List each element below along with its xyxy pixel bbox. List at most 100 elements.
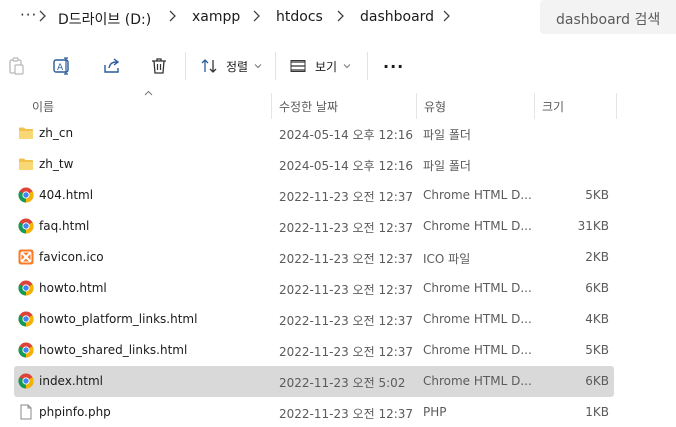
share-icon[interactable] [102, 56, 122, 76]
chevron-right-icon[interactable] [440, 8, 452, 24]
file-type: PHP [423, 405, 447, 419]
file-name: zh_cn [39, 126, 74, 140]
breadcrumb-drive[interactable]: D드라이브 (D:) [58, 9, 151, 29]
file-row[interactable]: favicon.ico 2022-11-23 오전 12:37 ICO 파일 2KB [14, 242, 614, 273]
file-modified-date: 2022-11-23 오전 12:37 [279, 283, 414, 297]
file-modified-date: 2024-05-14 오후 12:16 [279, 159, 414, 173]
chevron-right-icon [337, 10, 344, 22]
view-button[interactable]: 보기 [289, 54, 351, 78]
breadcrumb-xampp[interactable]: xampp [192, 9, 240, 25]
file-modified-date: 2024-05-14 오후 12:16 [279, 128, 414, 142]
toolbar-divider [367, 52, 368, 80]
file-modified-date: 2022-11-23 오전 12:37 [279, 407, 414, 421]
file-type: 파일 폴더 [423, 159, 471, 173]
file-name: howto_shared_links.html [39, 343, 188, 357]
file-type: ICO 파일 [423, 252, 471, 266]
sort-button[interactable]: 정렬 [200, 54, 262, 78]
file-size: 6KB [585, 281, 609, 295]
breadcrumb-htdocs[interactable]: htdocs [276, 9, 323, 25]
breadcrumb-overflow-button[interactable]: ··· [20, 6, 37, 24]
file-row[interactable]: howto_shared_links.html 2022-11-23 오전 12:… [14, 335, 614, 366]
file-size: 4KB [585, 312, 609, 326]
file-row[interactable]: howto.html 2022-11-23 오전 12:37 Chrome HTML… [14, 273, 614, 304]
file-type: 파일 폴더 [423, 128, 471, 142]
paste-icon[interactable] [6, 56, 26, 76]
file-row[interactable]: 404.html 2022-11-23 오전 12:37 Chrome HTML D… [14, 180, 614, 211]
chrome-icon [18, 187, 34, 203]
file-modified-date: 2022-11-23 오전 12:37 [279, 314, 414, 328]
file-size: 2KB [585, 250, 609, 264]
file-type: Chrome HTML D... [423, 281, 532, 295]
file-name: zh_tw [39, 157, 74, 171]
chrome-icon [18, 373, 34, 389]
chevron-down-icon [343, 64, 351, 69]
file-list: zh_cn 2024-05-14 오후 12:16 파일 폴더 zh_tw 2024-0… [14, 118, 614, 427]
view-label: 보기 [315, 59, 338, 74]
search-placeholder: dashboard 검색 [556, 12, 661, 28]
column-header: 이름 수정한 날짜 유형 크기 [0, 90, 676, 119]
folder-icon [18, 125, 34, 141]
file-modified-date: 2022-11-23 오전 12:37 [279, 221, 414, 235]
column-divider[interactable] [616, 93, 617, 119]
file-type: Chrome HTML D... [423, 219, 532, 233]
file-type: Chrome HTML D... [423, 374, 532, 388]
file-modified-date: 2022-11-23 오전 12:37 [279, 252, 414, 266]
view-list-icon [290, 60, 306, 72]
xampp-icon [18, 249, 34, 265]
file-row[interactable]: howto_platform_links.html 2022-11-23 오전 1… [14, 304, 614, 335]
file-row[interactable]: zh_tw 2024-05-14 오후 12:16 파일 폴더 [14, 149, 614, 180]
chevron-right-icon [169, 10, 176, 22]
file-size: 31KB [577, 219, 609, 233]
column-divider[interactable] [271, 93, 272, 119]
file-size: 1KB [585, 405, 609, 419]
delete-icon[interactable] [149, 56, 169, 76]
file-type: Chrome HTML D... [423, 312, 532, 326]
chrome-icon [18, 218, 34, 234]
file-size: 6KB [585, 374, 609, 388]
sort-label: 정렬 [226, 59, 249, 74]
column-size[interactable]: 크기 [542, 98, 564, 115]
file-type: Chrome HTML D... [423, 343, 532, 357]
column-divider[interactable] [534, 93, 535, 119]
svg-text:A: A [57, 63, 64, 73]
sort-icon [201, 59, 217, 73]
column-divider[interactable] [416, 93, 417, 119]
file-modified-date: 2022-11-23 오전 12:37 [279, 190, 414, 204]
chevron-down-icon [254, 64, 262, 69]
file-name: faq.html [39, 219, 90, 233]
column-name[interactable]: 이름 [32, 98, 54, 115]
search-box[interactable]: dashboard 검색 [540, 0, 676, 34]
file-name: favicon.ico [39, 250, 104, 264]
chevron-right-icon [253, 10, 260, 22]
more-options-button[interactable]: ··· [383, 54, 404, 78]
file-name: howto_platform_links.html [39, 312, 198, 326]
chrome-icon [18, 280, 34, 296]
breadcrumb-dashboard[interactable]: dashboard [360, 9, 434, 25]
folder-icon [18, 156, 34, 172]
chrome-icon [18, 342, 34, 358]
toolbar-divider [185, 52, 186, 80]
file-name: phpinfo.php [39, 405, 111, 419]
file-row[interactable]: index.html 2022-11-23 오전 5:02 Chrome HTML … [14, 366, 614, 397]
file-name: 404.html [39, 188, 94, 202]
column-modified[interactable]: 수정한 날짜 [279, 98, 338, 115]
sort-ascending-icon [144, 90, 153, 96]
address-bar: ··· D드라이브 (D:) xampp htdocs dashboard da… [0, 0, 676, 36]
file-modified-date: 2022-11-23 오전 5:02 [279, 376, 406, 390]
more-options-icon: ··· [383, 56, 405, 76]
file-size: 5KB [585, 343, 609, 357]
file-row[interactable]: faq.html 2022-11-23 오전 12:37 Chrome HTML D… [14, 211, 614, 242]
file-type: Chrome HTML D... [423, 188, 532, 202]
file-name: howto.html [39, 281, 107, 295]
file-row[interactable]: zh_cn 2024-05-14 오후 12:16 파일 폴더 [14, 118, 614, 149]
file-modified-date: 2022-11-23 오전 12:37 [279, 345, 414, 359]
file-size: 5KB [585, 188, 609, 202]
chevron-right-icon [39, 10, 46, 22]
chrome-icon [18, 311, 34, 327]
column-type[interactable]: 유형 [424, 98, 446, 115]
file-name: index.html [39, 374, 103, 388]
toolbar-divider [275, 52, 276, 80]
rename-icon[interactable]: A [52, 56, 72, 76]
file-row[interactable]: phpinfo.php 2022-11-23 오전 12:37 PHP 1KB [14, 397, 614, 427]
command-bar: A 정렬 보기 ··· [0, 44, 676, 88]
